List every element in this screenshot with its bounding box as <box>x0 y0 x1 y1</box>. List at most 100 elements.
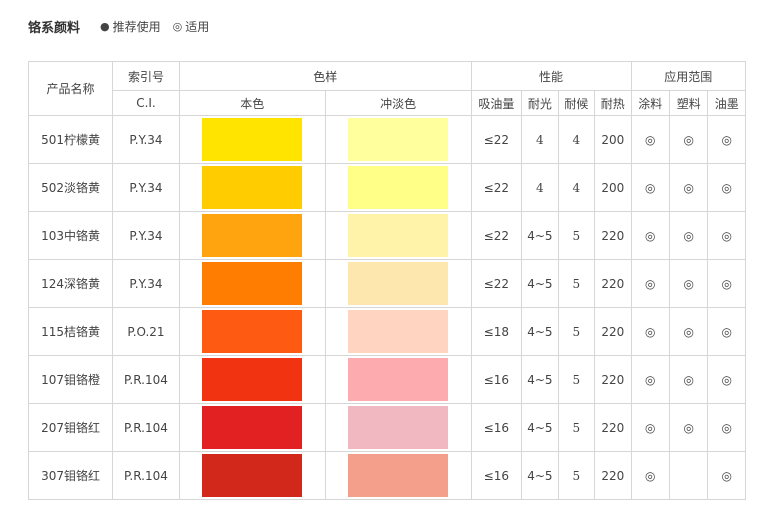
header-color-sample: 色样 <box>178 61 472 91</box>
weather-rating: 4 <box>557 163 596 212</box>
ci-index: P.Y.34 <box>112 259 180 308</box>
ink-mark: ◎ <box>707 163 746 212</box>
product-name: 107钼铬橙 <box>27 355 114 404</box>
table-row: 502淡铬黄 P.Y.34 ≤22 4 4 200 ◎ ◎ ◎ <box>27 163 746 212</box>
legend-recommended: ● 推荐使用 <box>100 18 161 35</box>
tint-swatch-cell <box>324 403 472 452</box>
weather-rating: 4 <box>557 115 596 164</box>
legend-recommended-label: 推荐使用 <box>112 19 161 34</box>
heat-resistance: 220 <box>594 211 632 260</box>
product-name: 501柠檬黄 <box>27 115 114 164</box>
header-product-name: 产品名称 <box>27 61 114 116</box>
product-name: 502淡铬黄 <box>27 163 114 212</box>
mass-tone-swatch <box>201 454 302 497</box>
coating-mark: ◎ <box>630 403 670 452</box>
tint-swatch <box>347 262 448 305</box>
heat-resistance: 200 <box>594 115 632 164</box>
tint-swatch <box>347 166 448 209</box>
lightfastness: 4~5 <box>521 451 559 500</box>
tint-swatch <box>347 214 448 257</box>
ci-index: P.Y.34 <box>112 115 180 164</box>
mass-tone-swatch <box>201 262 302 305</box>
tint-swatch-cell <box>324 259 472 308</box>
coating-mark: ◎ <box>630 355 670 404</box>
weather-rating: 5 <box>557 403 596 452</box>
coating-mark: ◎ <box>630 259 670 308</box>
mass-tone-swatch <box>201 310 302 353</box>
legend-suitable: ◎ 适用 <box>173 18 210 35</box>
ink-mark: ◎ <box>707 355 746 404</box>
table-row: 107钼铬橙 P.R.104 ≤16 4~5 5 220 ◎ ◎ ◎ <box>27 355 746 404</box>
header-mass-tone: 本色 <box>178 90 326 116</box>
plastic-mark: ◎ <box>668 307 709 356</box>
ci-index: P.O.21 <box>112 307 180 356</box>
oil-absorption: ≤16 <box>470 403 523 452</box>
header-applications: 应用范围 <box>630 61 747 91</box>
ci-index: P.R.104 <box>112 403 180 452</box>
pigment-table: 产品名称 索引号 色样 性能 应用范围 C.I. 本色 冲淡色 吸油量 耐光 耐… <box>27 61 747 500</box>
table-row: 501柠檬黄 P.Y.34 ≤22 4 4 200 ◎ ◎ ◎ <box>27 115 746 164</box>
header-ink: 油墨 <box>707 90 746 116</box>
oil-absorption: ≤22 <box>470 115 523 164</box>
heat-resistance: 220 <box>594 355 632 404</box>
mass-tone-swatch-cell <box>178 259 326 308</box>
lightfastness: 4~5 <box>521 307 559 356</box>
mass-tone-swatch-cell <box>178 403 326 452</box>
ci-index: P.Y.34 <box>112 163 180 212</box>
coating-mark: ◎ <box>630 115 670 164</box>
mass-tone-swatch-cell <box>178 115 326 164</box>
product-name: 124深铬黄 <box>27 259 114 308</box>
tint-swatch <box>347 406 448 449</box>
lightfastness: 4~5 <box>521 211 559 260</box>
table-row: 207钼铬红 P.R.104 ≤16 4~5 5 220 ◎ ◎ ◎ <box>27 403 746 452</box>
header-oil-absorption: 吸油量 <box>470 90 523 116</box>
plastic-mark: ◎ <box>668 259 709 308</box>
tint-swatch <box>347 310 448 353</box>
lightfastness: 4~5 <box>521 403 559 452</box>
heat-resistance: 220 <box>594 403 632 452</box>
legend: ● 推荐使用 ◎ 适用 <box>100 18 221 35</box>
plastic-mark: ◎ <box>668 163 709 212</box>
lightfastness: 4 <box>521 115 559 164</box>
lightfastness: 4~5 <box>521 355 559 404</box>
heat-resistance: 220 <box>594 307 632 356</box>
coating-mark: ◎ <box>630 163 670 212</box>
legend-suitable-label: 适用 <box>185 19 210 34</box>
coating-mark: ◎ <box>630 451 670 500</box>
oil-absorption: ≤22 <box>470 163 523 212</box>
weather-rating: 5 <box>557 259 596 308</box>
mass-tone-swatch-cell <box>178 451 326 500</box>
ink-mark: ◎ <box>707 451 746 500</box>
plastic-mark: ◎ <box>668 355 709 404</box>
oil-absorption: ≤22 <box>470 211 523 260</box>
mass-tone-swatch <box>201 406 302 449</box>
mass-tone-swatch-cell <box>178 307 326 356</box>
ink-mark: ◎ <box>707 115 746 164</box>
ink-mark: ◎ <box>707 403 746 452</box>
ci-index: P.Y.34 <box>112 211 180 260</box>
tint-swatch-cell <box>324 115 472 164</box>
ink-mark: ◎ <box>707 307 746 356</box>
bullet-icon: ● <box>100 19 110 33</box>
ci-index: P.R.104 <box>112 355 180 404</box>
product-name: 103中铬黄 <box>27 211 114 260</box>
table-body: 501柠檬黄 P.Y.34 ≤22 4 4 200 ◎ ◎ ◎ 502淡铬黄 P.Y.34 ≤22 4 4… <box>27 115 746 500</box>
plastic-mark: ◎ <box>668 115 709 164</box>
table-row: 124深铬黄 P.Y.34 ≤22 4~5 5 220 ◎ ◎ ◎ <box>27 259 746 308</box>
product-name: 207钼铬红 <box>27 403 114 452</box>
header-heat: 耐热 <box>594 90 632 116</box>
ink-mark: ◎ <box>707 211 746 260</box>
heat-resistance: 220 <box>594 259 632 308</box>
product-name: 115桔铬黄 <box>27 307 114 356</box>
weather-rating: 5 <box>557 355 596 404</box>
product-name: 307钼铬红 <box>27 451 114 500</box>
oil-absorption: ≤16 <box>470 451 523 500</box>
ci-index: P.R.104 <box>112 451 180 500</box>
mass-tone-swatch <box>201 118 302 161</box>
coating-mark: ◎ <box>630 307 670 356</box>
table-row: 307钼铬红 P.R.104 ≤16 4~5 5 220 ◎ ◎ <box>27 451 746 500</box>
page-header: 铬系颜料 ● 推荐使用 ◎ 适用 <box>28 16 221 36</box>
ink-mark: ◎ <box>707 259 746 308</box>
header-weather: 耐候 <box>557 90 596 116</box>
tint-swatch <box>347 454 448 497</box>
